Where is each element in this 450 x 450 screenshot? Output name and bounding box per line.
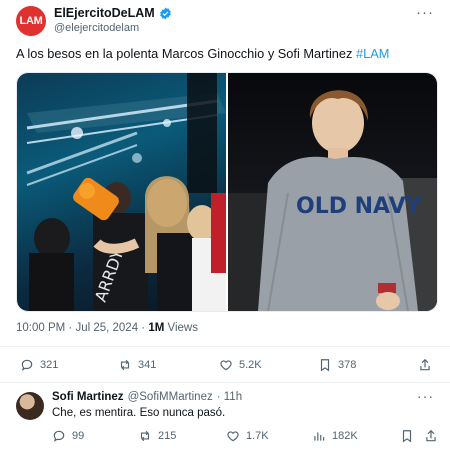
reply-views-button[interactable]: 182K [312,429,358,443]
reply-like-count: 1.7K [246,430,269,442]
reply-reply-count: 99 [72,430,85,442]
reply-repost-button[interactable]: 215 [138,429,176,443]
portrait-photo-illustration: OLD NAVY [228,90,437,311]
verified-badge-icon [159,7,171,19]
reply-avatar[interactable] [16,392,44,420]
heart-icon [227,431,239,442]
bookmark-icon [320,359,330,372]
share-button[interactable] [418,358,432,372]
reply-text: Che, es mentira. Eso nunca pasó. [52,407,226,419]
repost-button[interactable]: 341 [118,358,156,372]
tweet-meta: 10:00 PM · Jul 25, 2024 · 1M Views [16,322,198,334]
like-count: 5.2K [239,359,262,371]
divider [0,382,450,383]
reply-button[interactable]: 321 [20,358,58,372]
reply-view-count: 182K [332,430,358,442]
reply-share-button[interactable] [424,429,438,443]
reply-count: 321 [40,359,59,371]
tweet-timestamp[interactable]: 10:00 PM · Jul 25, 2024 · [16,322,148,334]
author-name[interactable]: ElEjercitoDeLAM [54,6,172,20]
like-button[interactable]: 5.2K [219,358,262,372]
reply-bookmark-button[interactable] [400,429,414,443]
concert-photo-illustration: ARRDY [26,73,226,311]
repost-icon [120,359,130,371]
tweet-text: A los besos en la polenta Marcos Ginocch… [16,46,390,61]
reply-icon [53,430,65,442]
shirt-brand-text: OLD NAVY [296,194,423,219]
reply-like-button[interactable]: 1.7K [226,429,269,443]
reply-display-name[interactable]: Sofi Martinez [52,391,124,403]
reply-actions: 99 215 1.7K 182K [0,429,450,447]
reply-icon [21,359,33,371]
reply-repost-count: 215 [158,430,177,442]
share-icon [420,358,430,371]
divider [0,346,450,347]
tweet-actions: 321 341 5.2K 378 [0,358,450,378]
display-name[interactable]: ElEjercitoDeLAM [54,6,155,20]
bookmark-icon [402,430,412,443]
repost-count: 341 [138,359,157,371]
avatar[interactable]: LAM [16,6,46,36]
bookmark-count: 378 [338,359,357,371]
view-count: 1M [148,322,165,334]
bar-chart-icon [314,432,325,441]
reply-handle[interactable]: @SofiMMartinez [128,391,213,403]
repost-icon [140,430,150,442]
hashtag-link[interactable]: #LAM [356,46,389,61]
tweet-media[interactable]: ARRDY OLD NAVY [16,72,438,312]
heart-icon [220,360,232,371]
photo-portrait[interactable]: OLD NAVY [228,73,437,311]
reply-reply-button[interactable]: 99 [52,429,84,443]
bookmark-button[interactable]: 378 [318,358,356,372]
reply-more-options-icon[interactable]: ··· [417,388,434,404]
share-icon [426,429,436,442]
more-options-icon[interactable]: ··· [416,4,434,21]
reply-time[interactable]: · 11h [217,391,242,403]
photo-concert[interactable]: ARRDY [17,73,226,311]
reply-header: Sofi Martinez @SofiMMartinez · 11h [52,391,242,403]
author-handle[interactable]: @elejercitodelam [54,22,139,34]
